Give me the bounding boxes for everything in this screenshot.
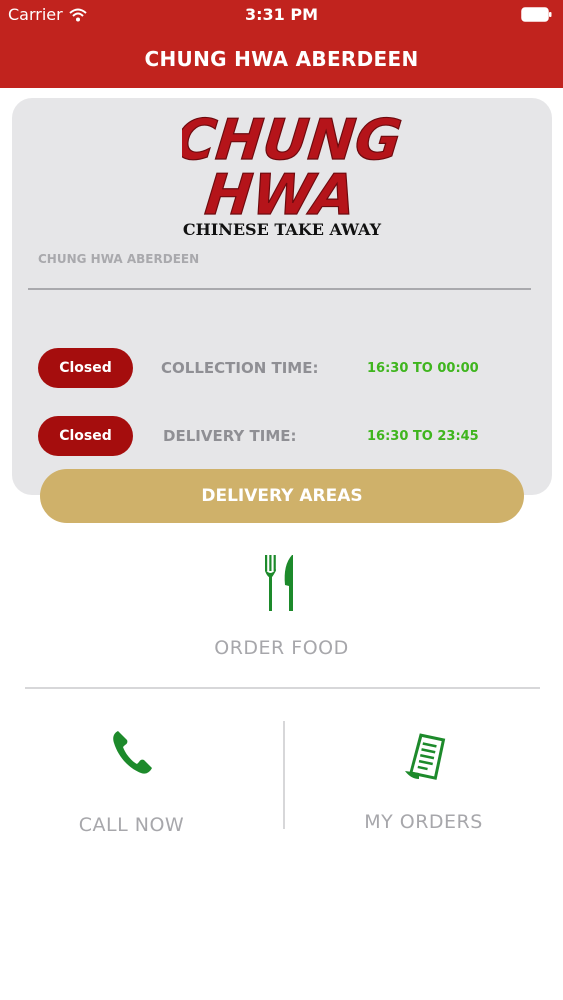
card-divider	[28, 288, 531, 290]
restaurant-info-card: CHUNG HWA CHINESE TAKE AWAY CHUNG HWA AB…	[12, 98, 552, 495]
collection-status-badge: Closed	[38, 348, 133, 388]
svg-text:HWA: HWA	[202, 163, 359, 228]
section-divider	[25, 687, 540, 689]
phone-icon[interactable]	[110, 728, 154, 776]
delivery-status-badge: Closed	[38, 416, 133, 456]
header-title: CHUNG HWA ABERDEEN	[144, 47, 419, 71]
order-food-label[interactable]: ORDER FOOD	[0, 637, 563, 659]
my-orders-label[interactable]: MY ORDERS	[284, 811, 563, 833]
collection-time-value: 16:30 TO 00:00	[367, 361, 479, 376]
call-now-label[interactable]: CALL NOW	[0, 814, 263, 836]
logo-tagline: CHINESE TAKE AWAY	[182, 220, 382, 239]
status-bar: Carrier 3:31 PM	[0, 0, 563, 30]
app-header: CHUNG HWA ABERDEEN	[0, 30, 563, 88]
fork-knife-icon[interactable]	[262, 553, 300, 613]
clock: 3:31 PM	[244, 5, 318, 24]
collection-time-label: COLLECTION TIME:	[161, 359, 319, 377]
receipt-icon[interactable]	[403, 733, 447, 781]
delivery-time-value: 16:30 TO 23:45	[367, 429, 479, 444]
restaurant-name: CHUNG HWA ABERDEEN	[38, 252, 200, 266]
battery-icon	[521, 7, 552, 22]
delivery-time-label: DELIVERY TIME:	[163, 427, 297, 445]
delivery-areas-button[interactable]: DELIVERY AREAS	[40, 469, 524, 523]
